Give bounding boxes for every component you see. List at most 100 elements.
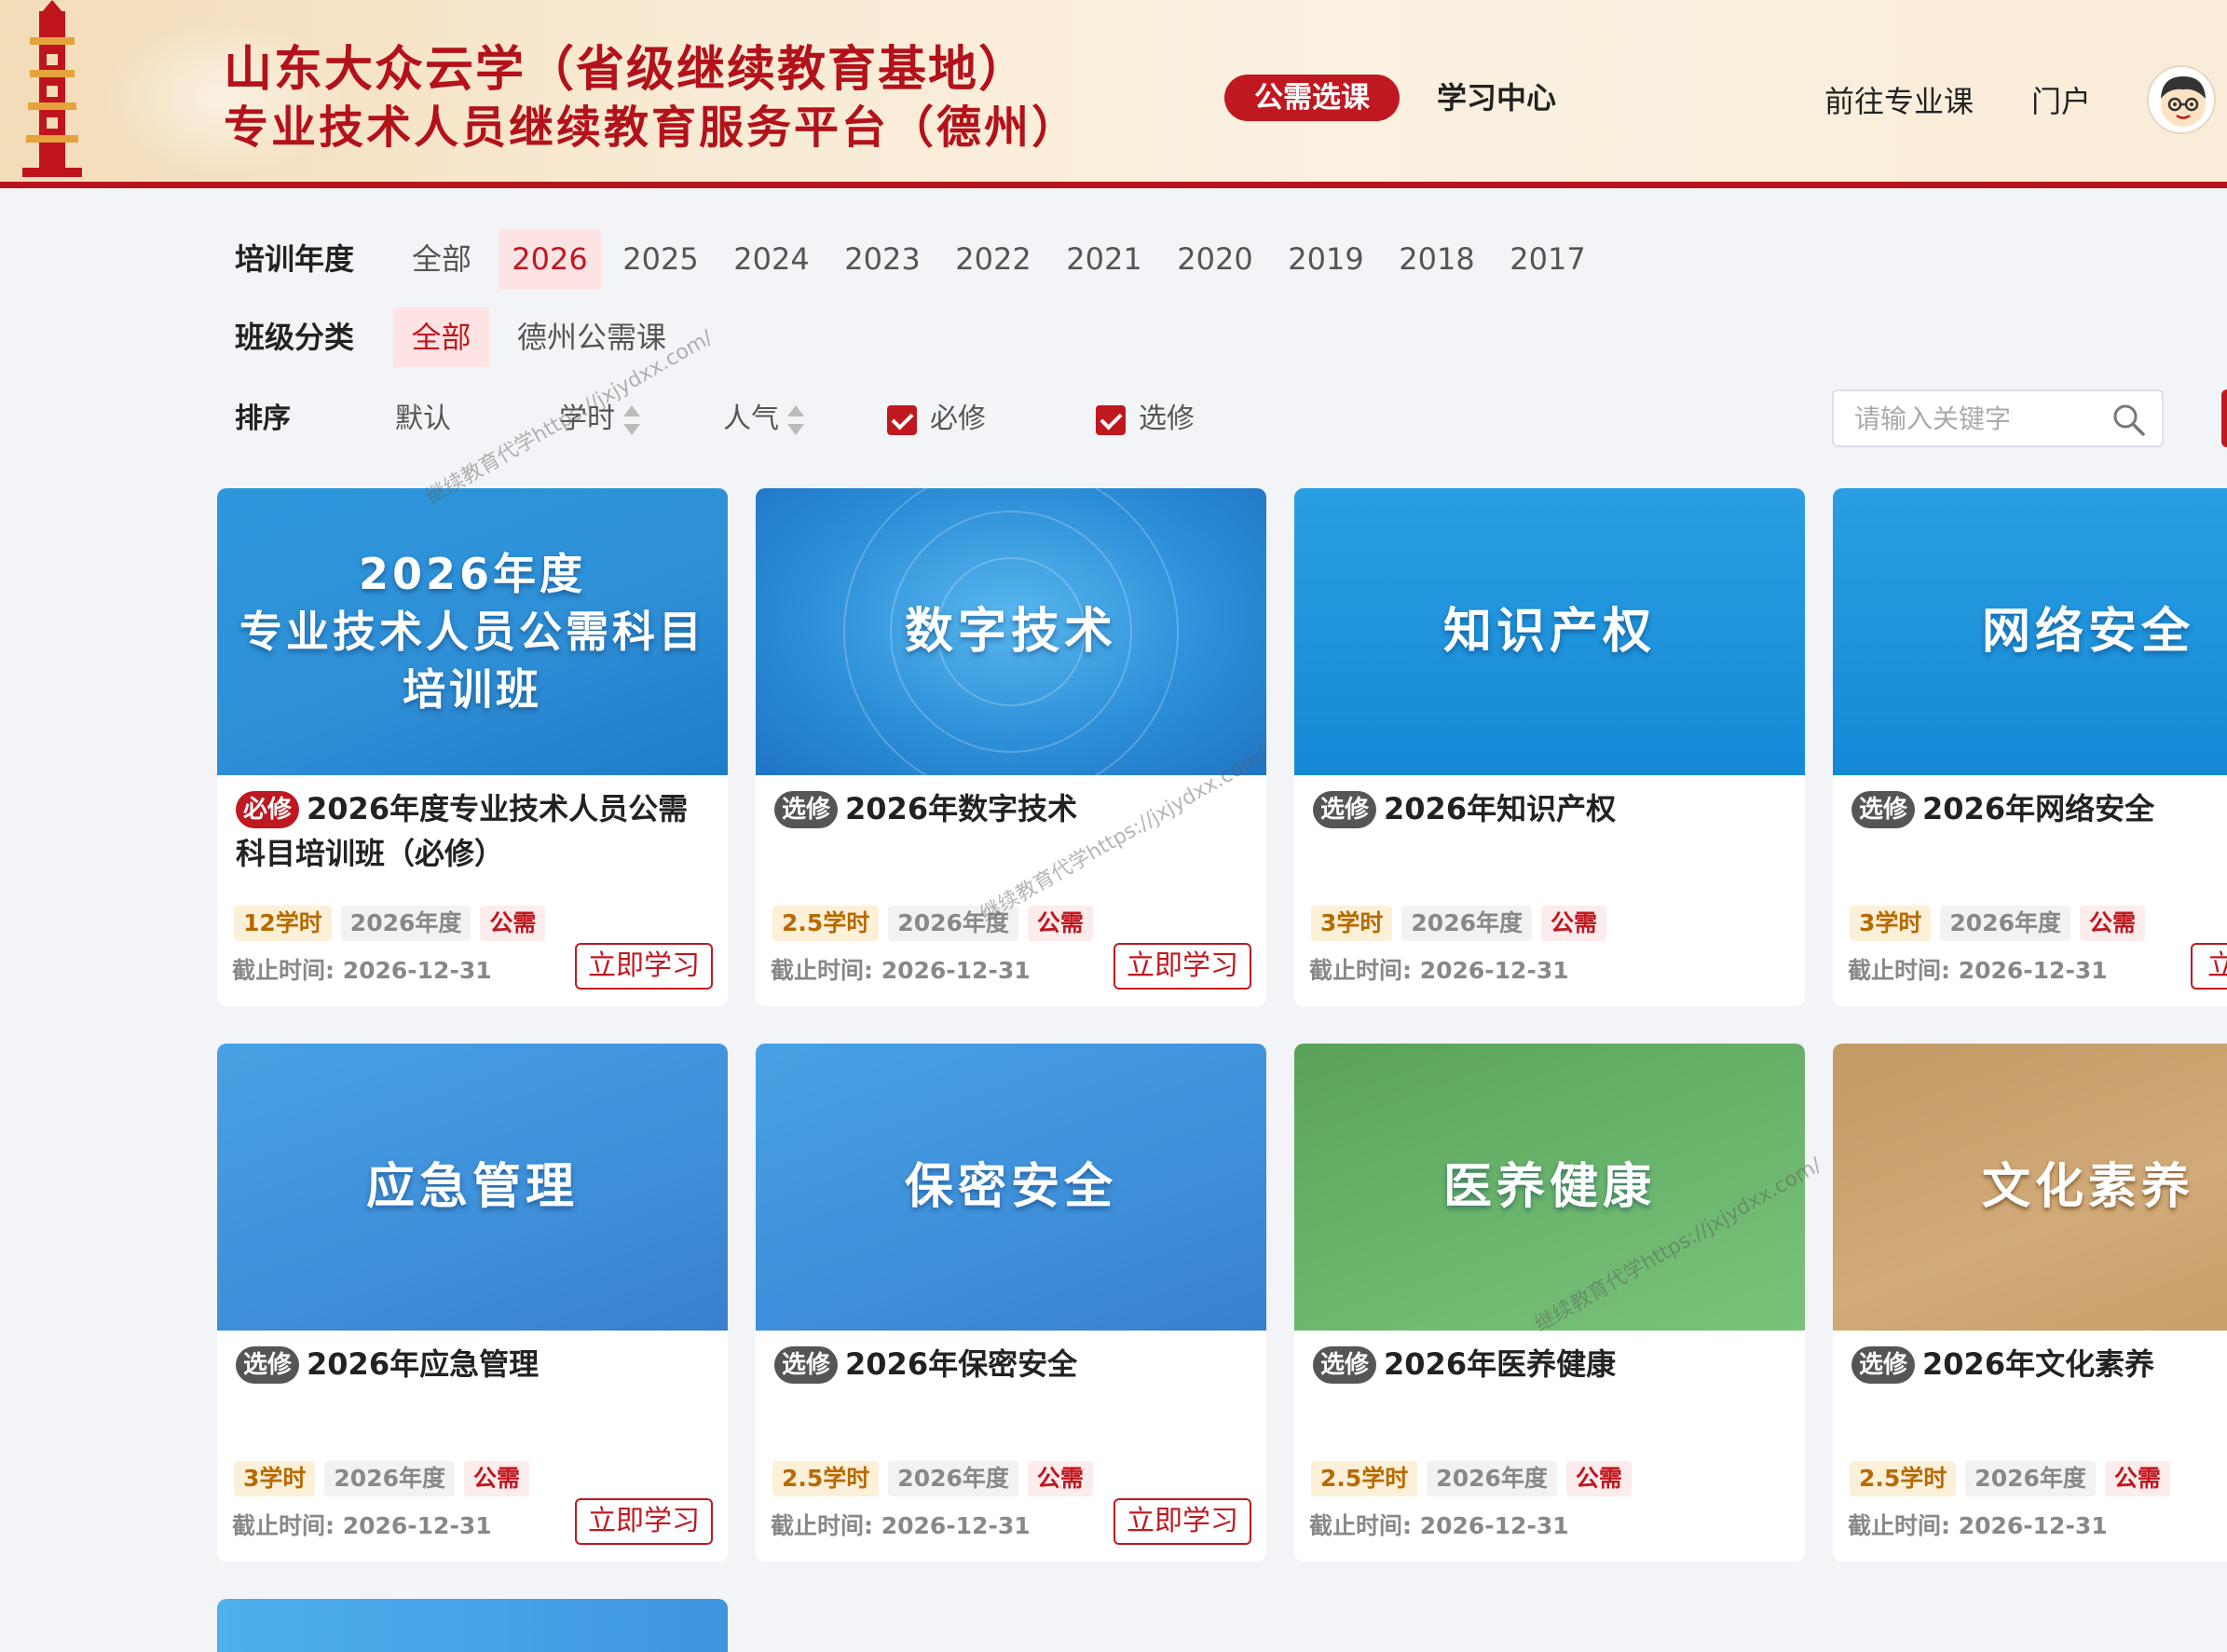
course-title[interactable]: 选修 2026年文化素养 — [1851, 1342, 2227, 1386]
course-cover[interactable]: 知识产权 — [1294, 488, 1805, 775]
year-tag: 2026年度 — [1965, 1461, 2096, 1496]
course-cover-title: 医养健康 — [1442, 1159, 1656, 1215]
start-learning-button[interactable]: 立 — [2191, 943, 2227, 990]
course-title[interactable]: 选修 2026年知识产权 — [1313, 786, 1786, 831]
course-card[interactable] — [217, 1599, 728, 1652]
checkbox-required[interactable]: 必修 — [887, 403, 986, 436]
site-title-line2: 专业技术人员继续教育服务平台（德州） — [224, 102, 1080, 154]
year-tag: 2026年度 — [340, 906, 471, 941]
year-option-2018[interactable]: 2018 — [1386, 229, 1488, 289]
deadline: 截止时间: 2026-12-31 — [232, 1512, 492, 1539]
type-tag: 公需 — [2080, 906, 2146, 941]
checkbox-required-label: 必修 — [930, 403, 986, 435]
search-input[interactable] — [1854, 399, 2106, 438]
course-card[interactable]: 数字技术 选修 2026年数字技术 2.5学时 2026年度 公需 截止时间: 202… — [756, 488, 1266, 1006]
search-icon[interactable] — [2111, 403, 2147, 438]
sort-default[interactable]: 默认 — [395, 401, 451, 438]
year-option-2021[interactable]: 2021 — [1053, 229, 1155, 289]
type-tag: 公需 — [1565, 1461, 1632, 1496]
nav-professional-courses[interactable]: 前往专业课 — [1824, 80, 1974, 123]
course-cover[interactable]: 保密安全 — [756, 1044, 1266, 1331]
hours-tag: 12学时 — [234, 906, 332, 941]
avatar[interactable] — [2147, 65, 2216, 134]
search-box — [1832, 389, 2164, 447]
type-tag: 公需 — [480, 906, 546, 941]
sort-arrows-icon — [622, 403, 641, 437]
course-title[interactable]: 选修 2026年应急管理 — [236, 1342, 709, 1386]
course-tags: 2.5学时 2026年度 公需 — [1850, 1461, 2179, 1498]
course-card[interactable]: 2026年度 专业技术人员公需科目 培训班 必修 2026年度专业技术人员公需科目… — [217, 488, 728, 1006]
start-learning-button[interactable]: 立即学习 — [1114, 1498, 1251, 1545]
deadline: 截止时间: 2026-12-31 — [771, 957, 1031, 984]
course-title[interactable]: 必修 2026年度专业技术人员公需科目培训班（必修） — [236, 786, 709, 876]
course-card[interactable]: 应急管理 选修 2026年应急管理 3学时 2026年度 公需 截止时间: 2026-… — [217, 1044, 728, 1562]
deadline: 截止时间: 2026-12-31 — [1309, 1512, 1569, 1539]
year-tag: 2026年度 — [888, 906, 1018, 941]
checkbox-checked-icon — [887, 404, 917, 435]
year-option-2026[interactable]: 2026 — [499, 229, 601, 289]
start-learning-button[interactable]: 立即学习 — [575, 943, 713, 990]
search-button[interactable] — [2221, 389, 2227, 447]
deadline: 截止时间: 2026-12-31 — [1848, 957, 2108, 984]
sort-hours[interactable]: 学时 — [559, 401, 641, 438]
deadline: 截止时间: 2026-12-31 — [1309, 957, 1569, 984]
course-cover[interactable] — [217, 1599, 728, 1652]
course-title-text: 2026年网络安全 — [1922, 791, 2155, 826]
year-option-2017[interactable]: 2017 — [1496, 229, 1599, 289]
year-option-all[interactable]: 全部 — [397, 229, 486, 289]
nav-public-course-selection[interactable]: 公需选课 — [1224, 75, 1400, 121]
site-header: 山东大众云学（省级继续教育基地） 专业技术人员继续教育服务平台（德州） 公需选课… — [0, 0, 2227, 188]
course-title[interactable]: 选修 2026年医养健康 — [1313, 1342, 1786, 1386]
course-tags: 3学时 2026年度 公需 — [1311, 906, 1616, 943]
sort-popularity[interactable]: 人气 — [723, 401, 805, 438]
site-title: 山东大众云学（省级继续教育基地） 专业技术人员继续教育服务平台（德州） — [224, 41, 1079, 157]
year-option-2023[interactable]: 2023 — [831, 229, 934, 289]
checkbox-elective[interactable]: 选修 — [1096, 403, 1195, 436]
year-filter-label: 培训年度 — [235, 241, 355, 277]
course-card[interactable]: 知识产权 选修 2026年知识产权 3学时 2026年度 公需 截止时间: 2026-… — [1294, 488, 1805, 1006]
course-tags: 2.5学时 2026年度 公需 — [1311, 1461, 1641, 1498]
class-option-all[interactable]: 全部 — [393, 307, 489, 367]
course-cover[interactable]: 2026年度 专业技术人员公需科目 培训班 — [217, 488, 728, 775]
year-tag: 2026年度 — [1401, 906, 1532, 941]
course-card[interactable]: 文化素养 选修 2026年文化素养 2.5学时 2026年度 公需 截止时间: 202… — [1833, 1044, 2227, 1562]
year-option-2019[interactable]: 2019 — [1275, 229, 1377, 289]
course-card[interactable]: 医养健康 选修 2026年医养健康 2.5学时 2026年度 公需 截止时间: 202… — [1294, 1044, 1805, 1562]
hours-tag: 2.5学时 — [772, 1461, 880, 1496]
hours-tag: 2.5学时 — [1850, 1461, 1957, 1496]
course-tags: 2.5学时 2026年度 公需 — [772, 906, 1102, 943]
year-option-2022[interactable]: 2022 — [942, 229, 1045, 289]
start-learning-button[interactable]: 立即学习 — [575, 1498, 713, 1545]
course-title[interactable]: 选修 2026年数字技术 — [774, 786, 1248, 831]
course-cover[interactable]: 文化素养 — [1833, 1044, 2227, 1331]
course-cover-title: 文化素养 — [1981, 1159, 2194, 1215]
course-title[interactable]: 选修 2026年保密安全 — [774, 1342, 1248, 1386]
year-option-2020[interactable]: 2020 — [1164, 229, 1266, 289]
course-cover[interactable]: 医养健康 — [1294, 1044, 1805, 1331]
start-learning-button[interactable]: 立即学习 — [1114, 943, 1251, 990]
type-tag: 公需 — [1027, 1461, 1093, 1496]
nav-study-center[interactable]: 学习中心 — [1437, 76, 1556, 119]
course-cover[interactable]: 数字技术 — [756, 488, 1266, 775]
course-title-text: 2026年医养健康 — [1384, 1346, 1617, 1382]
course-cover[interactable]: 应急管理 — [217, 1044, 728, 1331]
course-card[interactable]: 保密安全 选修 2026年保密安全 2.5学时 2026年度 公需 截止时间: 202… — [756, 1044, 1266, 1562]
hours-tag: 2.5学时 — [1311, 1461, 1418, 1496]
elective-badge: 选修 — [1313, 1346, 1377, 1384]
course-title[interactable]: 选修 2026年网络安全 — [1851, 786, 2227, 831]
course-card[interactable]: 网络安全 选修 2026年网络安全 3学时 2026年度 公需 截止时间: 2026-… — [1833, 488, 2227, 1006]
deadline: 截止时间: 2026-12-31 — [1848, 1512, 2108, 1539]
year-option-2024[interactable]: 2024 — [720, 229, 823, 289]
course-title-text: 2026年文化素养 — [1922, 1346, 2155, 1382]
course-title-text: 2026年保密安全 — [845, 1346, 1078, 1382]
course-title-text: 2026年应急管理 — [307, 1346, 540, 1382]
checkbox-elective-label: 选修 — [1139, 403, 1195, 435]
course-cover[interactable]: 网络安全 — [1833, 488, 2227, 775]
nav-portal[interactable]: 门户 — [2031, 80, 2091, 123]
year-option-2025[interactable]: 2025 — [609, 229, 712, 289]
type-tag: 公需 — [464, 1461, 530, 1496]
class-option-dezhou[interactable]: 德州公需课 — [508, 307, 676, 367]
year-tag: 2026年度 — [1427, 1461, 1557, 1496]
checkbox-checked-icon — [1096, 404, 1126, 435]
course-cover-title: 知识产权 — [1442, 604, 1656, 660]
